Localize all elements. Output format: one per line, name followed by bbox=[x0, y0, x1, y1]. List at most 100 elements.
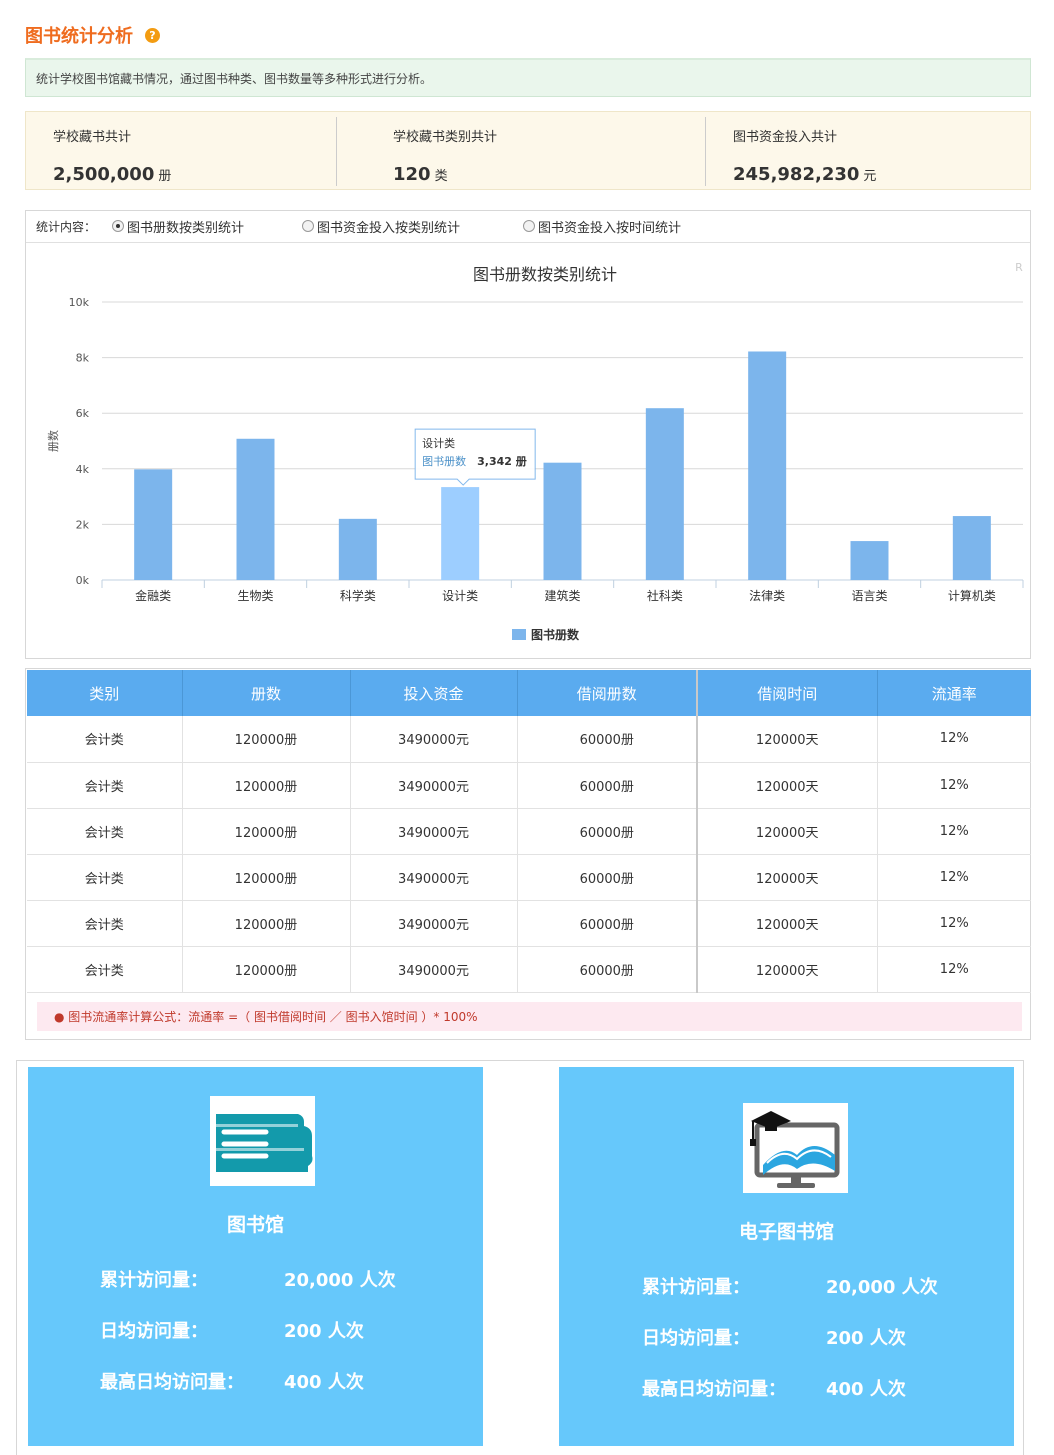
radio-funding-by-category[interactable]: 图书资金投入按类别统计 bbox=[302, 217, 460, 236]
chart-area: 图书册数按类别统计 R 0k 2k 4k 6k 8k 10k 册数 金融类 生物类 科学类 设计类 建筑类… bbox=[26, 242, 1030, 659]
title-row: 图书统计分析 ? bbox=[25, 22, 160, 48]
table-cell: 12% bbox=[877, 946, 1031, 993]
table-cell: 3490000元 bbox=[350, 946, 518, 993]
books-icon bbox=[210, 1096, 315, 1186]
summary-value: 2,500,000 册 bbox=[53, 164, 172, 185]
table-row: 会计类 120000册 3490000元 60000册 120000天 12% bbox=[27, 716, 1031, 763]
library-panel: 图书馆 累计访问量： 20,000 人次 日均访问量： 200 人次 最高日均访… bbox=[16, 1060, 1024, 1455]
legend-label: 图书册数 bbox=[531, 627, 580, 642]
radio-button-selected[interactable] bbox=[112, 220, 124, 232]
radio-button[interactable] bbox=[523, 220, 535, 232]
table-cell: 120000册 bbox=[182, 716, 351, 763]
table-cell: 120000天 bbox=[697, 854, 878, 901]
table-cell: 120000册 bbox=[182, 900, 351, 947]
library-name: 图书馆 bbox=[226, 1214, 284, 1236]
table-row: 会计类 120000册 3490000元 60000册 120000天 12% bbox=[27, 900, 1031, 947]
table-cell: 3490000元 bbox=[350, 808, 518, 855]
table-row: 会计类 120000册 3490000元 60000册 120000天 12% bbox=[27, 762, 1031, 809]
column-header: 借阅时间 bbox=[697, 670, 878, 716]
stats-table: 类别 册数 投入资金 借阅册数 借阅时间 流通率 会计类 120000册 3490000元 60… bbox=[27, 670, 1031, 993]
x-tick-label: 生物类 bbox=[237, 589, 273, 603]
summary-total-books: 学校藏书共计 2,500,000 册 bbox=[26, 112, 336, 189]
help-icon[interactable]: ? bbox=[145, 27, 160, 43]
table-cell: 会计类 bbox=[27, 808, 183, 855]
stat-label: 累计访问量： bbox=[100, 1270, 208, 1291]
table-cell: 60000册 bbox=[517, 808, 698, 855]
legend-swatch bbox=[512, 629, 526, 640]
x-tick-label: 计算机类 bbox=[948, 588, 996, 603]
table-cell: 3490000元 bbox=[350, 716, 518, 763]
x-tick-label: 社科类 bbox=[647, 588, 683, 603]
chart-panel: 统计内容： 图书册数按类别统计 图书资金投入按类别统计 图书资金投入按时间统计 … bbox=[25, 210, 1031, 659]
table-cell: 120000天 bbox=[697, 716, 878, 763]
description-text: 统计学校图书馆藏书情况，通过图书种类、图书数量等多种形式进行分析。 bbox=[36, 71, 433, 86]
x-tick-label: 科学类 bbox=[340, 588, 376, 603]
y-axis-label: 册数 bbox=[47, 430, 60, 452]
table-cell: 120000天 bbox=[697, 808, 878, 855]
column-header: 借阅册数 bbox=[517, 670, 698, 716]
stat-value: 400 人次 bbox=[826, 1379, 906, 1400]
e-library-card: 电子图书馆 累计访问量： 20,000 人次 日均访问量： 200 人次 最高日… bbox=[559, 1067, 1014, 1446]
bar-7 bbox=[850, 541, 889, 580]
table-cell: 12% bbox=[877, 716, 1031, 763]
table-cell: 120000册 bbox=[182, 946, 351, 993]
table-cell: 60000册 bbox=[517, 716, 698, 763]
radio-funding-by-time[interactable]: 图书资金投入按时间统计 bbox=[523, 217, 681, 236]
stat-type-radio-group: 统计内容： 图书册数按类别统计 图书资金投入按类别统计 图书资金投入按时间统计 bbox=[26, 211, 1030, 241]
chart-title: 图书册数按类别统计 bbox=[473, 265, 617, 284]
bar-5 bbox=[645, 408, 684, 580]
tooltip-series: 图书册数 bbox=[422, 455, 466, 468]
stat-label: 最高日均访问量： bbox=[100, 1372, 244, 1393]
table-cell: 120000天 bbox=[697, 900, 878, 947]
description-bar: 统计学校图书馆藏书情况，通过图书种类、图书数量等多种形式进行分析。 bbox=[25, 58, 1031, 97]
bar-4 bbox=[543, 462, 582, 580]
stat-label: 累计访问量： bbox=[642, 1277, 750, 1298]
radio-button[interactable] bbox=[302, 220, 314, 232]
y-tick-label: 8k bbox=[76, 352, 90, 365]
x-tick-label: 设计类 bbox=[442, 589, 478, 603]
summary-label: 学校藏书类别共计 bbox=[393, 130, 498, 145]
table-cell: 3490000元 bbox=[350, 762, 518, 809]
table-cell: 60000册 bbox=[517, 762, 698, 809]
bar-8 bbox=[952, 516, 991, 580]
summary-funding: 图书资金投入共计 245,982,230 元 bbox=[706, 112, 1026, 189]
radio-label: 图书资金投入按类别统计 bbox=[317, 220, 461, 236]
y-tick-label: 6k bbox=[76, 407, 90, 420]
tooltip-value: 3,342 册 bbox=[477, 455, 527, 468]
bar-chart: 图书册数按类别统计 R0k2k4k6k8k10k册数金融类 生物类 科学类 设计类 建筑类… bbox=[47, 261, 1024, 642]
stat-value: 400 人次 bbox=[284, 1372, 364, 1393]
table-cell: 12% bbox=[877, 762, 1031, 809]
table-cell: 会计类 bbox=[27, 762, 183, 809]
table-cell: 3490000元 bbox=[350, 854, 518, 901]
table-cell: 60000册 bbox=[517, 946, 698, 993]
summary-categories: 学校藏书类别共计 120 类 bbox=[337, 112, 705, 189]
bar-3 bbox=[441, 487, 480, 580]
column-header: 投入资金 bbox=[350, 670, 518, 716]
table-cell: 会计类 bbox=[27, 716, 183, 763]
x-tick-label: 法律类 bbox=[749, 589, 785, 603]
y-tick-label: 0k bbox=[76, 574, 90, 587]
summary-label: 图书资金投入共计 bbox=[733, 130, 838, 145]
table-panel: 类别 册数 投入资金 借阅册数 借阅时间 流通率 会计类 120000册 3490000元 60… bbox=[25, 668, 1031, 1040]
y-tick-label: 10k bbox=[69, 296, 90, 309]
library-name: 电子图书馆 bbox=[738, 1221, 834, 1243]
x-tick-label: 语言类 bbox=[851, 589, 887, 603]
y-tick-label: 2k bbox=[76, 518, 90, 531]
table-header-row: 类别 册数 投入资金 借阅册数 借阅时间 流通率 bbox=[27, 670, 1031, 716]
table-row: 会计类 120000册 3490000元 60000册 120000天 12% bbox=[27, 946, 1031, 993]
library-card: 图书馆 累计访问量： 20,000 人次 日均访问量： 200 人次 最高日均访… bbox=[28, 1067, 483, 1446]
formula-note: ● 图书流通率计算公式：流通率 =（ 图书借阅时间 ／ 图书入馆时间 ）* 10… bbox=[37, 1002, 1022, 1031]
summary-label: 学校藏书共计 bbox=[53, 130, 132, 145]
bar-6 bbox=[748, 351, 787, 580]
table-cell: 120000册 bbox=[182, 762, 351, 809]
stat-label: 最高日均访问量： bbox=[642, 1379, 786, 1400]
table-cell: 3490000元 bbox=[350, 900, 518, 947]
table-cell: 60000册 bbox=[517, 854, 698, 901]
table-cell: 会计类 bbox=[27, 854, 183, 901]
radio-books-by-category[interactable]: 图书册数按类别统计 bbox=[112, 217, 244, 236]
summary-value: 245,982,230 元 bbox=[733, 164, 877, 185]
stat-value: 200 人次 bbox=[284, 1321, 364, 1342]
table-cell: 120000天 bbox=[697, 946, 878, 993]
stat-value: 20,000 人次 bbox=[284, 1270, 396, 1291]
summary-panel: 学校藏书共计 2,500,000 册 学校藏书类别共计 120 类 图书资金投入共计… bbox=[25, 111, 1031, 190]
